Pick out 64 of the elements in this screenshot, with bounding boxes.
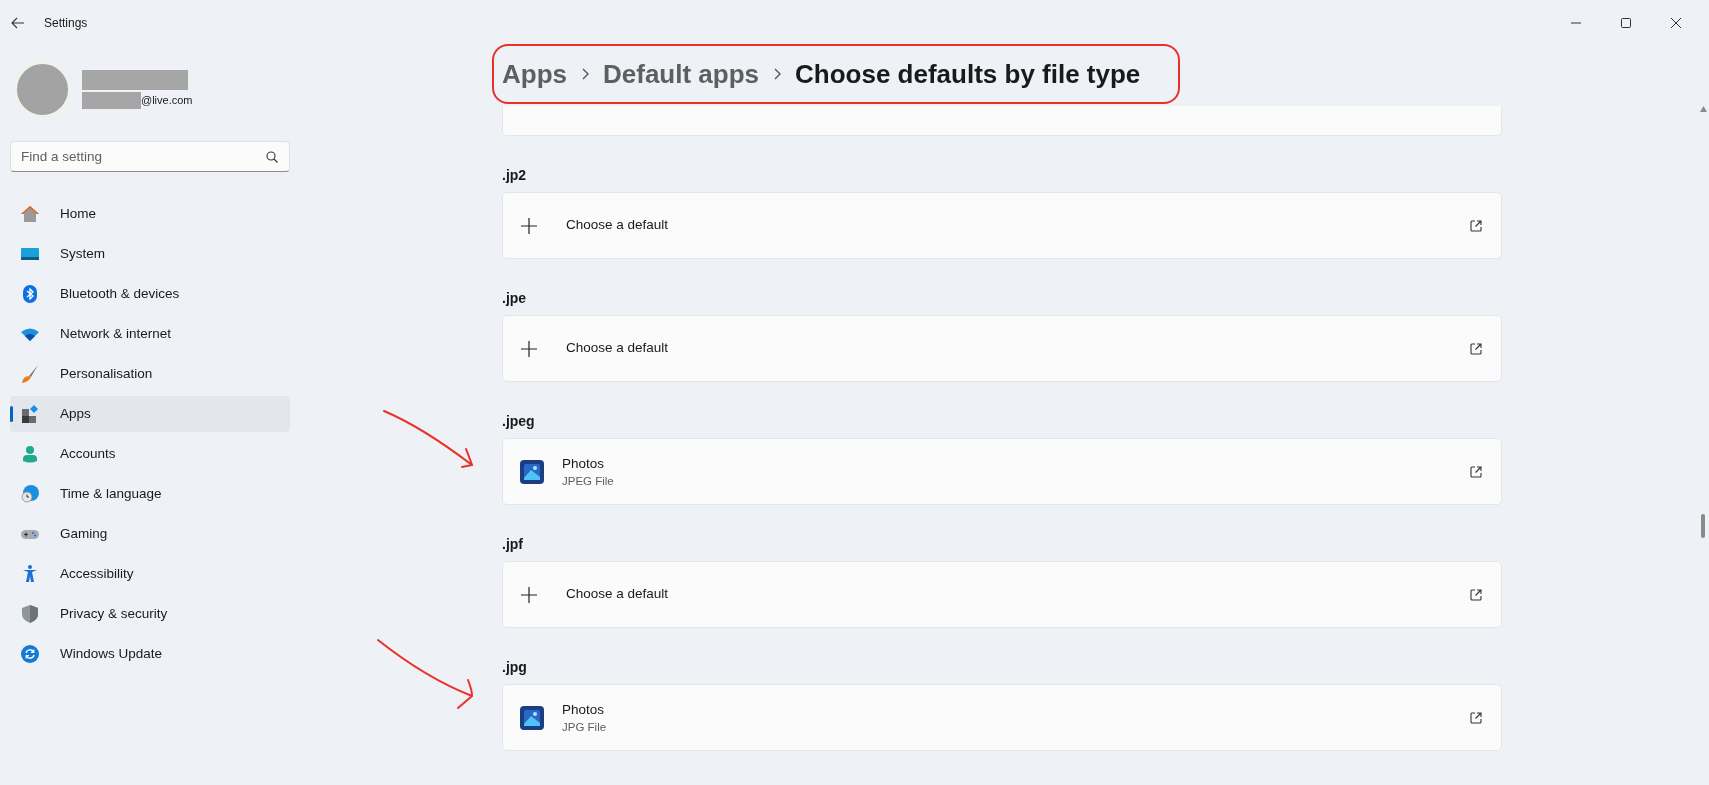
shield-icon [20, 604, 40, 624]
nav-item[interactable]: Network & internet [10, 316, 290, 352]
apps-icon [20, 404, 40, 424]
redaction-bar [82, 92, 141, 109]
file-extension-heading: .jpeg [502, 412, 536, 431]
chevron-right-icon [581, 68, 589, 80]
chevron-right-icon [773, 68, 782, 80]
house-icon [20, 204, 40, 224]
open-external-icon[interactable] [1469, 710, 1483, 725]
open-external-icon[interactable] [1469, 341, 1483, 356]
nav-item[interactable]: Apps [10, 396, 290, 432]
breadcrumb-item[interactable]: Apps [502, 54, 567, 94]
choose-default-label: Choose a default [566, 216, 669, 235]
file-extension-heading: .jpe [502, 289, 528, 308]
breadcrumb-item: Choose defaults by file type [795, 57, 1141, 91]
minimize-icon [1571, 22, 1581, 24]
default-app-card[interactable]: Photos JPEG File [502, 438, 1502, 505]
scroll-up-arrow-icon[interactable] [1699, 106, 1707, 112]
file-extension-heading: .jpg [502, 658, 528, 677]
nav-item[interactable]: Bluetooth & devices [10, 276, 290, 312]
maximize-icon [1621, 18, 1631, 28]
file-type-description: JPEG File [562, 473, 614, 489]
default-app-card[interactable]: Choose a default [502, 561, 1502, 628]
search-field[interactable]: Find a setting [10, 141, 290, 172]
search-icon[interactable] [266, 151, 278, 163]
selection-indicator [10, 406, 13, 422]
file-extension-heading: .jp2 [502, 166, 528, 185]
nav-item[interactable]: Privacy & security [10, 596, 290, 632]
window-title: Settings [44, 15, 88, 32]
default-app-card[interactable]: Choose a default [502, 315, 1502, 382]
choose-default-label: Choose a default [566, 585, 669, 604]
nav-item[interactable]: Home [10, 196, 290, 232]
default-app-card[interactable]: Photos JPG File [502, 684, 1502, 751]
nav-item[interactable]: Personalisation [10, 356, 290, 392]
file-type-description: JPG File [562, 719, 607, 735]
plus-icon [520, 585, 538, 604]
nav-item[interactable]: System [10, 236, 290, 272]
nav-item[interactable]: Gaming [10, 516, 290, 552]
photos-app-icon [520, 705, 544, 730]
scrollbar-thumb[interactable] [1701, 514, 1705, 538]
close-icon [1671, 18, 1681, 28]
open-external-icon[interactable] [1469, 464, 1483, 479]
plus-icon [520, 216, 538, 235]
bluetooth-icon [20, 284, 40, 304]
open-external-icon[interactable] [1469, 218, 1483, 233]
open-external-icon[interactable] [1469, 587, 1483, 602]
globe-clock-icon [20, 484, 40, 504]
back-arrow-icon[interactable] [11, 16, 25, 30]
nav-item[interactable]: Time & language [10, 476, 290, 512]
photos-app-icon [520, 459, 544, 484]
account-email: @live.com [141, 93, 193, 109]
choose-default-label: Choose a default [566, 339, 669, 358]
breadcrumb-item[interactable]: Default apps [603, 54, 760, 94]
app-name: Photos [562, 700, 606, 719]
nav-item[interactable]: Windows Update [10, 636, 290, 672]
sync-icon [20, 644, 40, 664]
default-app-card[interactable]: Choose a default [502, 192, 1502, 259]
app-name: Photos [562, 454, 606, 473]
person-icon [20, 444, 40, 464]
nav-item[interactable]: Accessibility [10, 556, 290, 592]
nav-item[interactable]: Accounts [10, 436, 290, 472]
plus-icon [520, 339, 538, 358]
file-extension-heading: .jpf [502, 535, 524, 554]
paintbrush-icon [20, 364, 40, 384]
